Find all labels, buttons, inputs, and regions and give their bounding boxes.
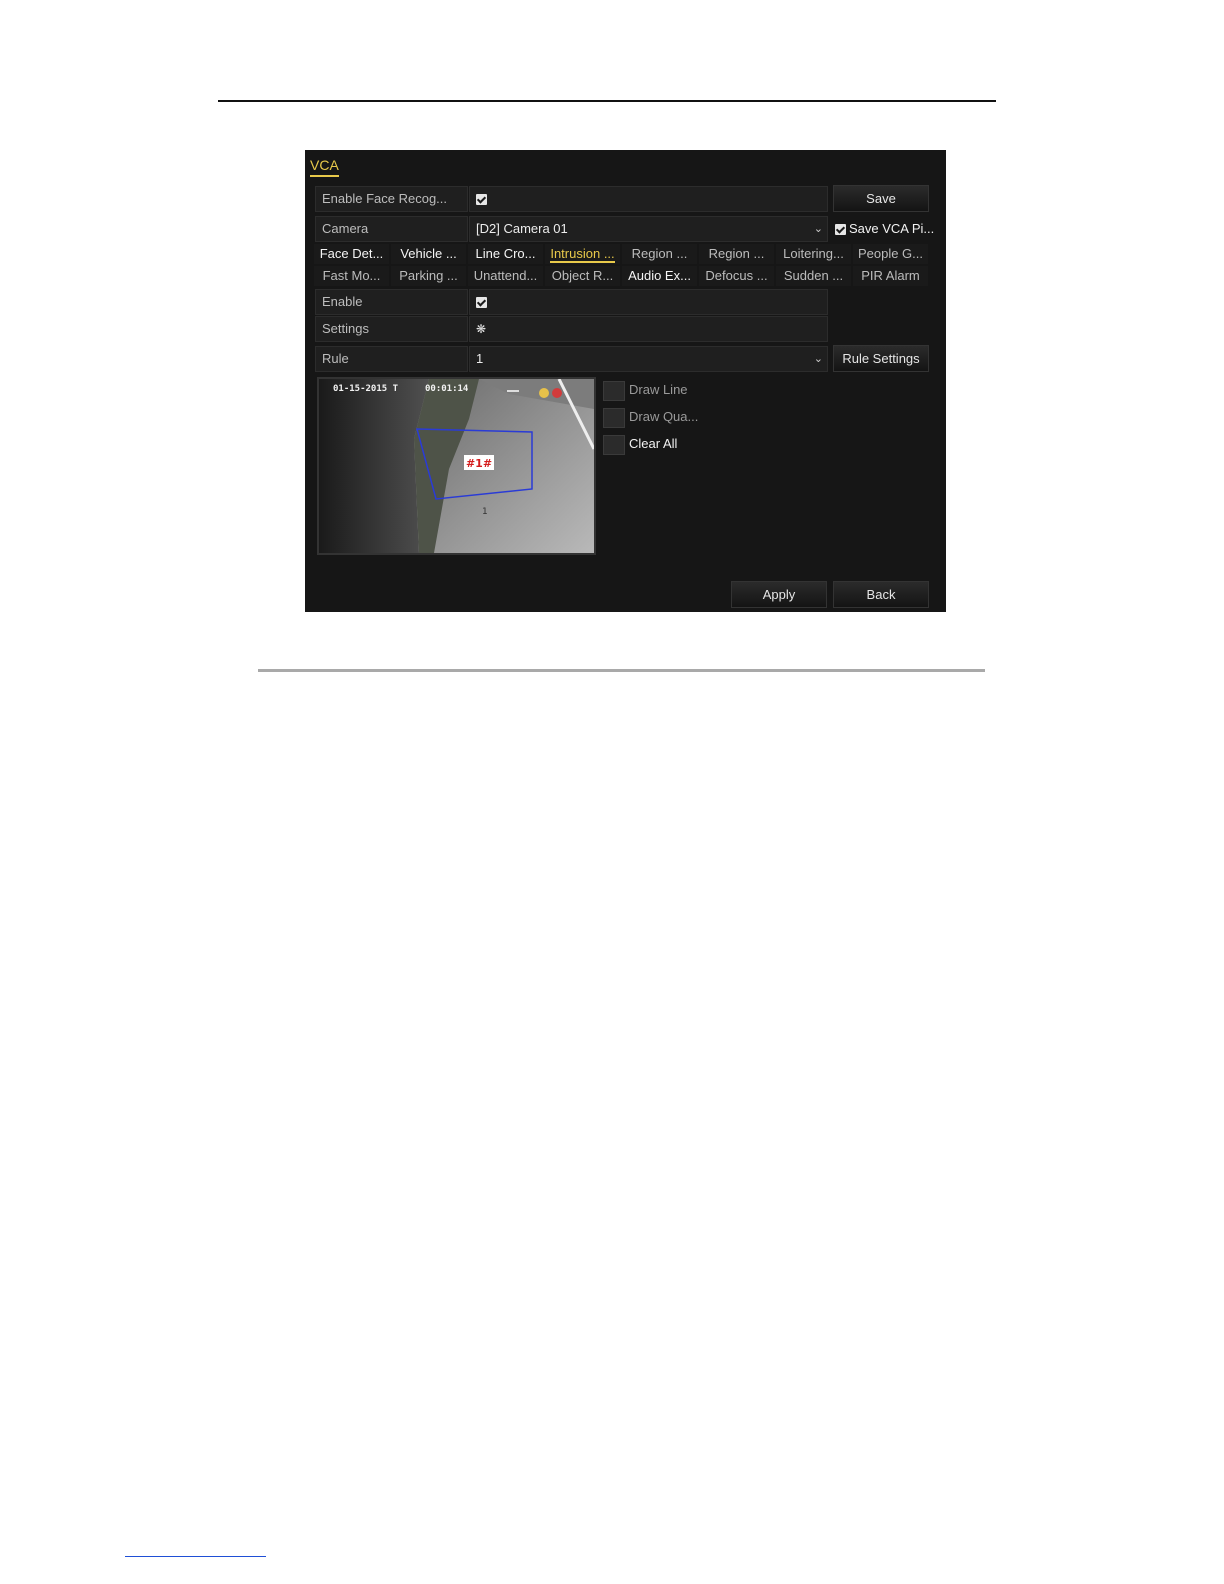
camera-label: Camera: [315, 216, 468, 242]
tab-vehicle[interactable]: Vehicle ...: [391, 244, 466, 264]
enable-field: [469, 289, 828, 315]
save-button[interactable]: Save: [833, 185, 929, 212]
enable-checkbox[interactable]: [476, 297, 487, 309]
chevron-down-icon: ⌄: [813, 223, 823, 235]
enable-label: Enable: [315, 289, 468, 315]
camera-preview[interactable]: #1# 01-15-2015 T 00:01:14 1: [317, 377, 596, 555]
rule-label: Rule: [315, 346, 468, 372]
settings-label: Settings: [315, 316, 468, 342]
tab-sudden-scene-change[interactable]: Sudden ...: [776, 266, 851, 286]
draw-line-button[interactable]: Draw Line: [603, 379, 723, 401]
camera-select[interactable]: [D2] Camera 01 ⌄: [469, 216, 828, 242]
rule-settings-button[interactable]: Rule Settings: [833, 345, 929, 372]
back-button[interactable]: Back: [833, 581, 929, 608]
tab-audio-exception[interactable]: Audio Ex...: [622, 266, 697, 286]
clear-all-label: Clear All: [629, 436, 678, 451]
save-vca-picture-label: Save VCA Pi...: [849, 221, 935, 236]
tab-people-gathering[interactable]: People G...: [853, 244, 928, 264]
enable-face-field: [469, 186, 828, 212]
tab-vca[interactable]: VCA: [310, 157, 339, 177]
save-vca-picture-option[interactable]: Save VCA Pi...: [835, 221, 946, 237]
tab-intrusion-label: Intrusion ...: [550, 246, 615, 263]
apply-button[interactable]: Apply: [731, 581, 827, 608]
clear-icon: [603, 434, 625, 455]
draw-line-label: Draw Line: [629, 382, 688, 397]
tab-loitering[interactable]: Loitering...: [776, 244, 851, 264]
edit-icon: [603, 407, 625, 428]
save-vca-picture-checkbox[interactable]: [835, 224, 846, 235]
osd-time: 00:01:14: [425, 384, 469, 394]
tab-object-removal[interactable]: Object R...: [545, 266, 620, 286]
enable-face-label: Enable Face Recog...: [315, 186, 468, 212]
tab-defocus[interactable]: Defocus ...: [699, 266, 774, 286]
channel-number: 1: [482, 507, 488, 517]
tab-parking[interactable]: Parking ...: [391, 266, 466, 286]
clear-all-button[interactable]: Clear All: [603, 433, 723, 455]
footer-link-underline[interactable]: [125, 1556, 266, 1557]
enable-face-checkbox[interactable]: [476, 194, 487, 206]
osd-date: 01-15-2015 T: [333, 384, 399, 394]
record-indicator-icon: [552, 388, 562, 398]
tab-unattended-baggage[interactable]: Unattend...: [468, 266, 543, 286]
region-label: #1#: [466, 457, 492, 470]
tab-region-exiting[interactable]: Region ...: [699, 244, 774, 264]
tab-pir-alarm[interactable]: PIR Alarm: [853, 266, 928, 286]
tab-line-crossing[interactable]: Line Cro...: [468, 244, 543, 264]
tab-fast-moving[interactable]: Fast Mo...: [314, 266, 389, 286]
camera-preview-image: #1# 01-15-2015 T 00:01:14 1: [319, 379, 594, 553]
draw-quad-label: Draw Qua...: [629, 409, 699, 424]
top-rule: [218, 100, 996, 102]
chevron-down-icon: ⌄: [813, 353, 823, 365]
tab-region-entrance[interactable]: Region ...: [622, 244, 697, 264]
camera-value: [D2] Camera 01: [476, 221, 568, 236]
gear-icon[interactable]: ❋: [476, 322, 486, 336]
vca-window: VCA Enable Face Recog... Save Camera [D2…: [305, 150, 946, 612]
alarm-indicator-icon: [539, 388, 549, 398]
rule-select[interactable]: 1 ⌄: [469, 346, 828, 372]
tab-intrusion[interactable]: Intrusion ...: [545, 244, 620, 264]
draw-quadrilateral-button[interactable]: Draw Qua...: [603, 406, 723, 428]
tab-face-detection[interactable]: Face Det...: [314, 244, 389, 264]
pencil-icon: [603, 380, 625, 401]
rule-value: 1: [476, 351, 484, 366]
bottom-rule: [258, 669, 985, 672]
settings-field: ❋: [469, 316, 828, 342]
